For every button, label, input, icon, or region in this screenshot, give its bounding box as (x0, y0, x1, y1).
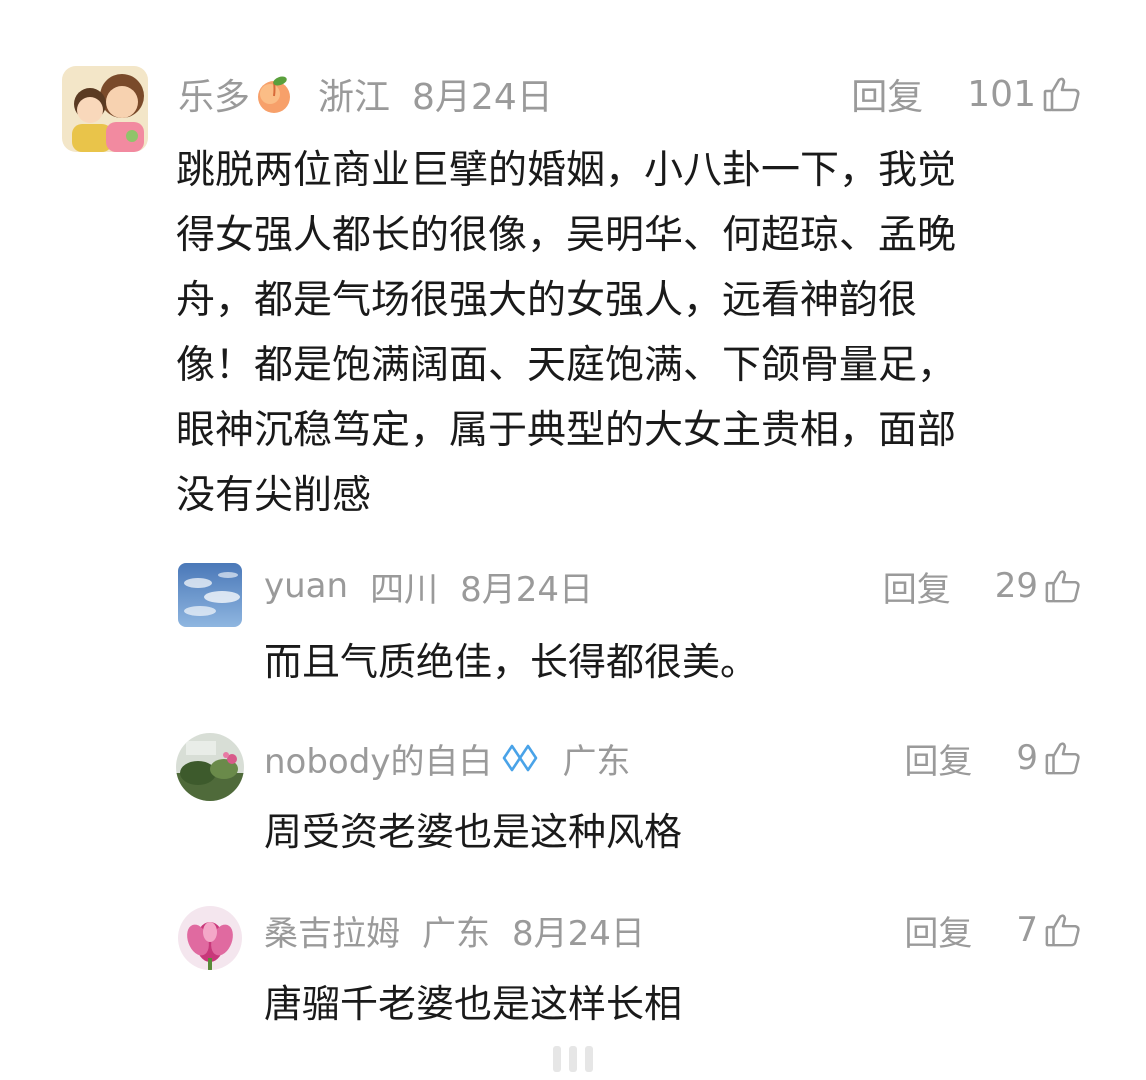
comment-text: 周受资老婆也是这种风格 (264, 810, 683, 854)
indicator-bar (569, 1046, 577, 1072)
avatar[interactable] (178, 906, 242, 970)
like-count: 101 (967, 73, 1036, 115)
page-indicator (553, 1046, 593, 1072)
author-name[interactable]: yuan (264, 566, 348, 606)
comment-text: 而且气质绝佳，长得都很美。 (264, 640, 759, 684)
location: 广东 (562, 741, 631, 782)
reply-button[interactable]: 回复 (904, 906, 972, 955)
avatar[interactable] (178, 563, 242, 627)
reply-button[interactable]: 回复 (883, 562, 951, 611)
comment-actions: 回复 101 (851, 70, 1082, 118)
avatar[interactable] (62, 66, 148, 152)
thumbs-up-icon[interactable] (1042, 74, 1082, 114)
location: 浙江 (318, 77, 391, 118)
avatar[interactable] (176, 733, 244, 801)
comment-actions: 回复 9 (904, 734, 1082, 783)
comment-text: 跳脱两位商业巨擘的婚姻，小八卦一下，我觉 得女强人都长的很像，吴明华、何超琼、孟… (176, 148, 957, 518)
author-name[interactable]: 乐多 (178, 68, 250, 120)
indicator-bar (553, 1046, 561, 1072)
author-name[interactable]: nobody的自白 (264, 734, 492, 783)
comment-text: 唐骝千老婆也是这样长相 (264, 982, 683, 1026)
comment-meta: 桑吉拉姆 广东 8月24日 (264, 906, 645, 955)
peach-icon (252, 72, 296, 116)
date: 8月24日 (512, 913, 645, 954)
thumbs-up-icon[interactable] (1044, 567, 1082, 605)
comment-actions: 回复 7 (904, 906, 1082, 955)
comment-actions: 回复 29 (883, 562, 1082, 611)
location: 四川 (370, 569, 439, 610)
like-count: 29 (994, 566, 1038, 606)
vip-badge-icon (500, 742, 540, 774)
location: 广东 (422, 913, 490, 954)
like-count: 9 (1016, 738, 1038, 778)
reply-button[interactable]: 回复 (904, 734, 972, 783)
thumbs-up-icon[interactable] (1044, 911, 1082, 949)
comment-meta: yuan 四川 8月24日 (264, 563, 593, 610)
comment-meta: nobody的自白 广东 (264, 734, 631, 783)
author-name[interactable]: 桑吉拉姆 (264, 906, 400, 955)
date: 8月24日 (412, 77, 553, 118)
like-count: 7 (1016, 910, 1038, 950)
comment-meta: 乐多 浙江 8月24日 (178, 70, 553, 118)
reply-button[interactable]: 回复 (851, 68, 923, 120)
comment-thread: 乐多 浙江 8月24日 回复 101 跳脱两位商业巨擘的婚姻，小八卦一下，我觉 … (0, 0, 1146, 1080)
indicator-bar (585, 1046, 593, 1072)
date: 8月24日 (460, 569, 593, 610)
thumbs-up-icon[interactable] (1044, 739, 1082, 777)
